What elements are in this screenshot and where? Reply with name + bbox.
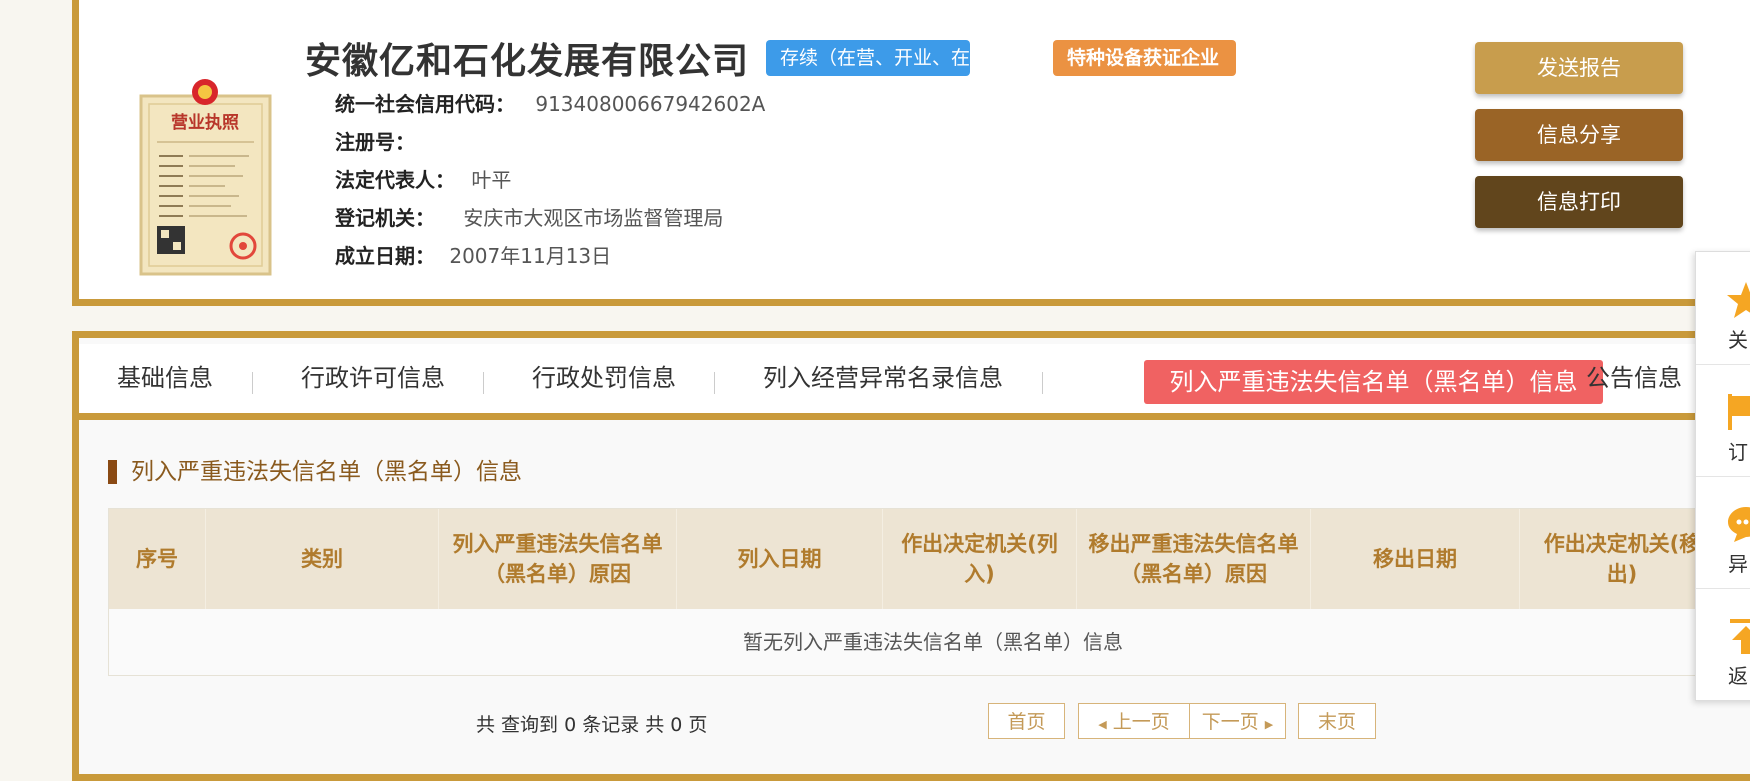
table-header: 序号 类别 列入严重违法失信名单（黑名单）原因 列入日期 作出决定机关(列入) …: [109, 509, 1750, 609]
credit-code-label: 统一社会信用代码：: [335, 92, 515, 116]
tab-admin-license[interactable]: 行政许可信息: [301, 344, 445, 413]
tab-abnormal-list[interactable]: 列入经营异常名录信息: [763, 344, 1003, 413]
side-item-back-to-top[interactable]: 返: [1696, 588, 1750, 700]
company-name: 安徽亿和石化发展有限公司: [305, 41, 750, 82]
legal-rep-value: 叶平: [471, 168, 512, 192]
tab-divider: [252, 372, 253, 394]
business-license-icon: 营业执照: [139, 79, 272, 276]
caret-right-icon: ▶: [1264, 718, 1274, 731]
prev-page-label: 上一页: [1112, 711, 1170, 733]
side-item-follow[interactable]: 关: [1696, 252, 1750, 365]
authority-row: 登记机关： 安庆市大观区市场监督管理局: [335, 202, 723, 231]
share-info-button[interactable]: 信息分享: [1475, 109, 1683, 161]
column-header-listing-authority: 作出决定机关(列入): [883, 509, 1077, 609]
column-header-removal-reason: 移出严重违法失信名单（黑名单）原因: [1077, 509, 1311, 609]
reg-no-row: 注册号：: [335, 126, 415, 155]
legal-rep-label: 法定代表人：: [335, 168, 455, 192]
establish-date-label: 成立日期：: [335, 244, 435, 268]
side-item-report-issue[interactable]: 异: [1696, 476, 1750, 589]
next-page-button[interactable]: 下一页 ▶: [1189, 703, 1286, 739]
tab-bar: 基础信息 行政许可信息 行政处罚信息 列入经营异常名录信息 列入严重违法失信名单…: [79, 344, 1750, 420]
side-item-subscribe[interactable]: 订: [1696, 364, 1750, 477]
pager-summary: 共 查询到 0 条记录 共 0 页: [476, 714, 708, 736]
blacklist-table: 序号 类别 列入严重违法失信名单（黑名单）原因 列入日期 作出决定机关(列入) …: [108, 508, 1750, 676]
reg-no-label: 注册号：: [335, 130, 415, 154]
send-report-button[interactable]: 发送报告: [1475, 42, 1683, 94]
authority-value: 安庆市大观区市场监督管理局: [463, 206, 724, 230]
tab-blacklist[interactable]: 列入严重违法失信名单（黑名单）信息: [1144, 360, 1603, 404]
column-header-listing-reason: 列入严重违法失信名单（黑名单）原因: [439, 509, 677, 609]
authority-label: 登记机关：: [335, 206, 435, 230]
side-item-back-to-top-label: 返: [1728, 664, 1748, 688]
flag-icon: [1728, 394, 1750, 430]
print-info-button[interactable]: 信息打印: [1475, 176, 1683, 228]
tab-divider: [1042, 372, 1043, 394]
credit-code-row: 统一社会信用代码： 91340800667942602A: [335, 88, 765, 117]
establish-date-row: 成立日期： 2007年11月13日: [335, 240, 611, 269]
column-header-index: 序号: [109, 509, 206, 609]
column-header-removal-date: 移出日期: [1311, 509, 1520, 609]
license-title: 营业执照: [171, 112, 239, 133]
next-page-label: 下一页: [1201, 711, 1259, 733]
first-page-button[interactable]: 首页: [988, 703, 1065, 739]
last-page-button[interactable]: 末页: [1298, 703, 1376, 739]
credit-code-value: 91340800667942602A: [535, 92, 766, 116]
tab-divider: [483, 372, 484, 394]
tab-divider: [1538, 372, 1539, 394]
empty-table-message: 暂无列入严重违法失信名单（黑名单）信息: [743, 630, 1123, 654]
section-title: 列入严重违法失信名单（黑名单）信息: [108, 460, 522, 484]
special-equipment-badge: 特种设备获证企业: [1053, 40, 1236, 76]
column-header-category: 类别: [206, 509, 439, 609]
tab-admin-penalty[interactable]: 行政处罚信息: [532, 344, 676, 413]
status-badge: 存续（在营、开业、在册）: [766, 40, 1008, 76]
tab-basic-info[interactable]: 基础信息: [117, 344, 213, 413]
tab-announcement[interactable]: 公告信息: [1586, 344, 1682, 413]
establish-date-value: 2007年11月13日: [449, 244, 612, 268]
prev-page-button[interactable]: ◀ 上一页: [1078, 703, 1190, 739]
floating-side-panel: 关 订 异 返: [1695, 251, 1750, 701]
tab-divider: [714, 372, 715, 394]
side-item-subscribe-label: 订: [1728, 440, 1748, 464]
side-item-report-issue-label: 异: [1728, 552, 1748, 576]
caret-left-icon: ◀: [1098, 718, 1107, 731]
back-top-icon: [1730, 619, 1750, 654]
chat-icon: [1728, 507, 1750, 542]
column-header-listing-date: 列入日期: [677, 509, 883, 609]
legal-rep-row: 法定代表人： 叶平: [335, 164, 511, 193]
side-item-follow-label: 关: [1728, 328, 1748, 352]
star-icon: [1727, 282, 1750, 318]
